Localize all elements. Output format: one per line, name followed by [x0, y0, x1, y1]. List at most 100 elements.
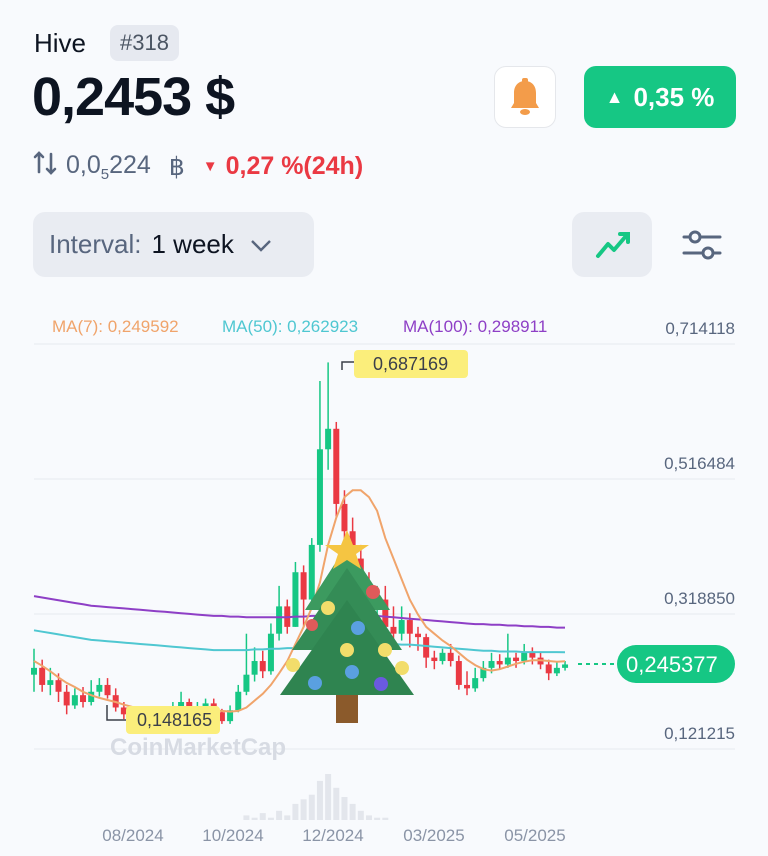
- volume-bar: [251, 817, 258, 820]
- candle-body: [529, 652, 536, 658]
- candle-body: [406, 620, 413, 634]
- volume-bar: [365, 815, 372, 820]
- candle-body: [439, 652, 446, 662]
- x-tick-label: 08/2024: [102, 826, 163, 845]
- change-24h: 0,27 %(24h): [225, 152, 364, 180]
- candle-body: [513, 657, 520, 662]
- change-value: 0,35 %: [633, 81, 715, 112]
- candle-body: [39, 667, 46, 685]
- candle-body: [120, 707, 127, 715]
- candle-body: [47, 680, 54, 685]
- btc-price-row: 0,05224 ฿ ▼ 0,27 %(24h): [32, 150, 363, 183]
- volume-bar: [374, 817, 381, 820]
- interval-label: Interval:: [49, 229, 142, 259]
- y-tick-label: 0,318850: [664, 589, 735, 608]
- candle-body: [243, 674, 250, 692]
- low-label: 0,148165: [137, 710, 212, 730]
- candle-body: [496, 661, 503, 665]
- candle-body: [31, 667, 37, 675]
- change-badge[interactable]: ▲ 0,35 %: [584, 66, 736, 128]
- candle-body: [104, 684, 111, 696]
- price-chart[interactable]: MA(7): 0,249592 MA(50): 0,262923 MA(100)…: [0, 300, 768, 856]
- volume-bar: [308, 794, 315, 820]
- x-tick-label: 03/2025: [403, 826, 464, 845]
- legend-ma100: MA(100): 0,298911: [403, 317, 547, 336]
- candle-body: [390, 626, 397, 634]
- candle-body: [521, 652, 528, 662]
- volume-bar: [300, 799, 307, 820]
- interval-dropdown[interactable]: Interval: 1 week: [33, 212, 314, 277]
- candle-body: [308, 544, 315, 600]
- candle-body: [325, 428, 332, 450]
- legend-ma50: MA(50): 0,262923: [222, 317, 358, 336]
- swap-arrows-icon: [32, 150, 58, 183]
- high-label: 0,687169: [373, 354, 448, 374]
- candle-body: [300, 572, 307, 600]
- candle-body: [464, 684, 471, 689]
- line-chart-toggle[interactable]: [572, 212, 652, 277]
- volume-bar: [284, 815, 291, 820]
- watermark: CoinMarketCap: [110, 734, 286, 761]
- volume-bar: [267, 817, 274, 820]
- current-price-label: 0,245377: [626, 652, 718, 677]
- btc-symbol: ฿: [168, 152, 185, 181]
- candle-body: [472, 678, 479, 689]
- candle-body: [63, 691, 70, 706]
- candle-body: [80, 695, 87, 703]
- volume-bar: [382, 817, 389, 820]
- price-markers: 0,687169 0,148165 0,245377: [106, 350, 735, 734]
- rank-badge: #318: [110, 25, 179, 61]
- y-tick-label: 0,714118: [665, 319, 735, 338]
- candle-body: [71, 695, 78, 706]
- candle-body: [276, 606, 283, 634]
- caret-down-icon: ▼: [202, 158, 218, 175]
- candle-body: [55, 680, 62, 692]
- chevron-down-icon: [250, 229, 272, 260]
- candle-body: [562, 664, 569, 668]
- candle-body: [488, 661, 495, 668]
- interval-value: 1 week: [151, 229, 234, 259]
- x-tick-label: 05/2025: [504, 826, 565, 845]
- candle-body: [431, 657, 438, 662]
- volume-bar: [349, 803, 356, 820]
- volume-bar: [357, 810, 364, 820]
- coin-name: Hive: [34, 28, 87, 58]
- volume-bar: [341, 797, 348, 820]
- candle-body: [341, 503, 348, 532]
- volume-bar: [259, 813, 266, 820]
- candle-body: [423, 637, 430, 658]
- candle-body: [455, 661, 462, 685]
- candle-body: [316, 449, 323, 545]
- ma100-line: [33, 595, 565, 629]
- candle-body: [235, 691, 242, 711]
- btc-price: 0,05224: [66, 150, 151, 183]
- candle-body: [267, 633, 274, 672]
- chart-settings-button[interactable]: [680, 225, 724, 265]
- volume-bar: [292, 803, 299, 820]
- caret-up-icon: ▲: [605, 86, 624, 107]
- volume-bar: [333, 787, 340, 820]
- bell-icon: [511, 78, 539, 115]
- volume-bar: [276, 810, 283, 820]
- price-value: 0,2453 $: [32, 67, 235, 127]
- line-chart-icon: [596, 232, 630, 258]
- candle-body: [259, 661, 266, 672]
- legend-ma7: MA(7): 0,249592: [52, 317, 179, 336]
- candle-body: [553, 667, 560, 674]
- volume-bar: [243, 815, 250, 820]
- candle-body: [251, 661, 258, 675]
- volume-bar: [316, 780, 323, 820]
- x-axis: 08/2024 10/2024 12/2024 03/2025 05/2025: [102, 826, 565, 845]
- candle-body: [447, 652, 454, 662]
- x-tick-label: 12/2024: [302, 826, 363, 845]
- x-tick-label: 10/2024: [202, 826, 263, 845]
- candle-body: [398, 620, 405, 634]
- y-tick-label: 0,516484: [664, 454, 735, 473]
- price-alert-button[interactable]: [494, 66, 556, 128]
- volume-bars: [243, 774, 389, 820]
- candle-body: [414, 633, 421, 638]
- candle-body: [292, 572, 299, 627]
- candle-body: [96, 684, 103, 692]
- candle-body: [333, 428, 340, 504]
- y-tick-label: 0,121215: [664, 724, 735, 743]
